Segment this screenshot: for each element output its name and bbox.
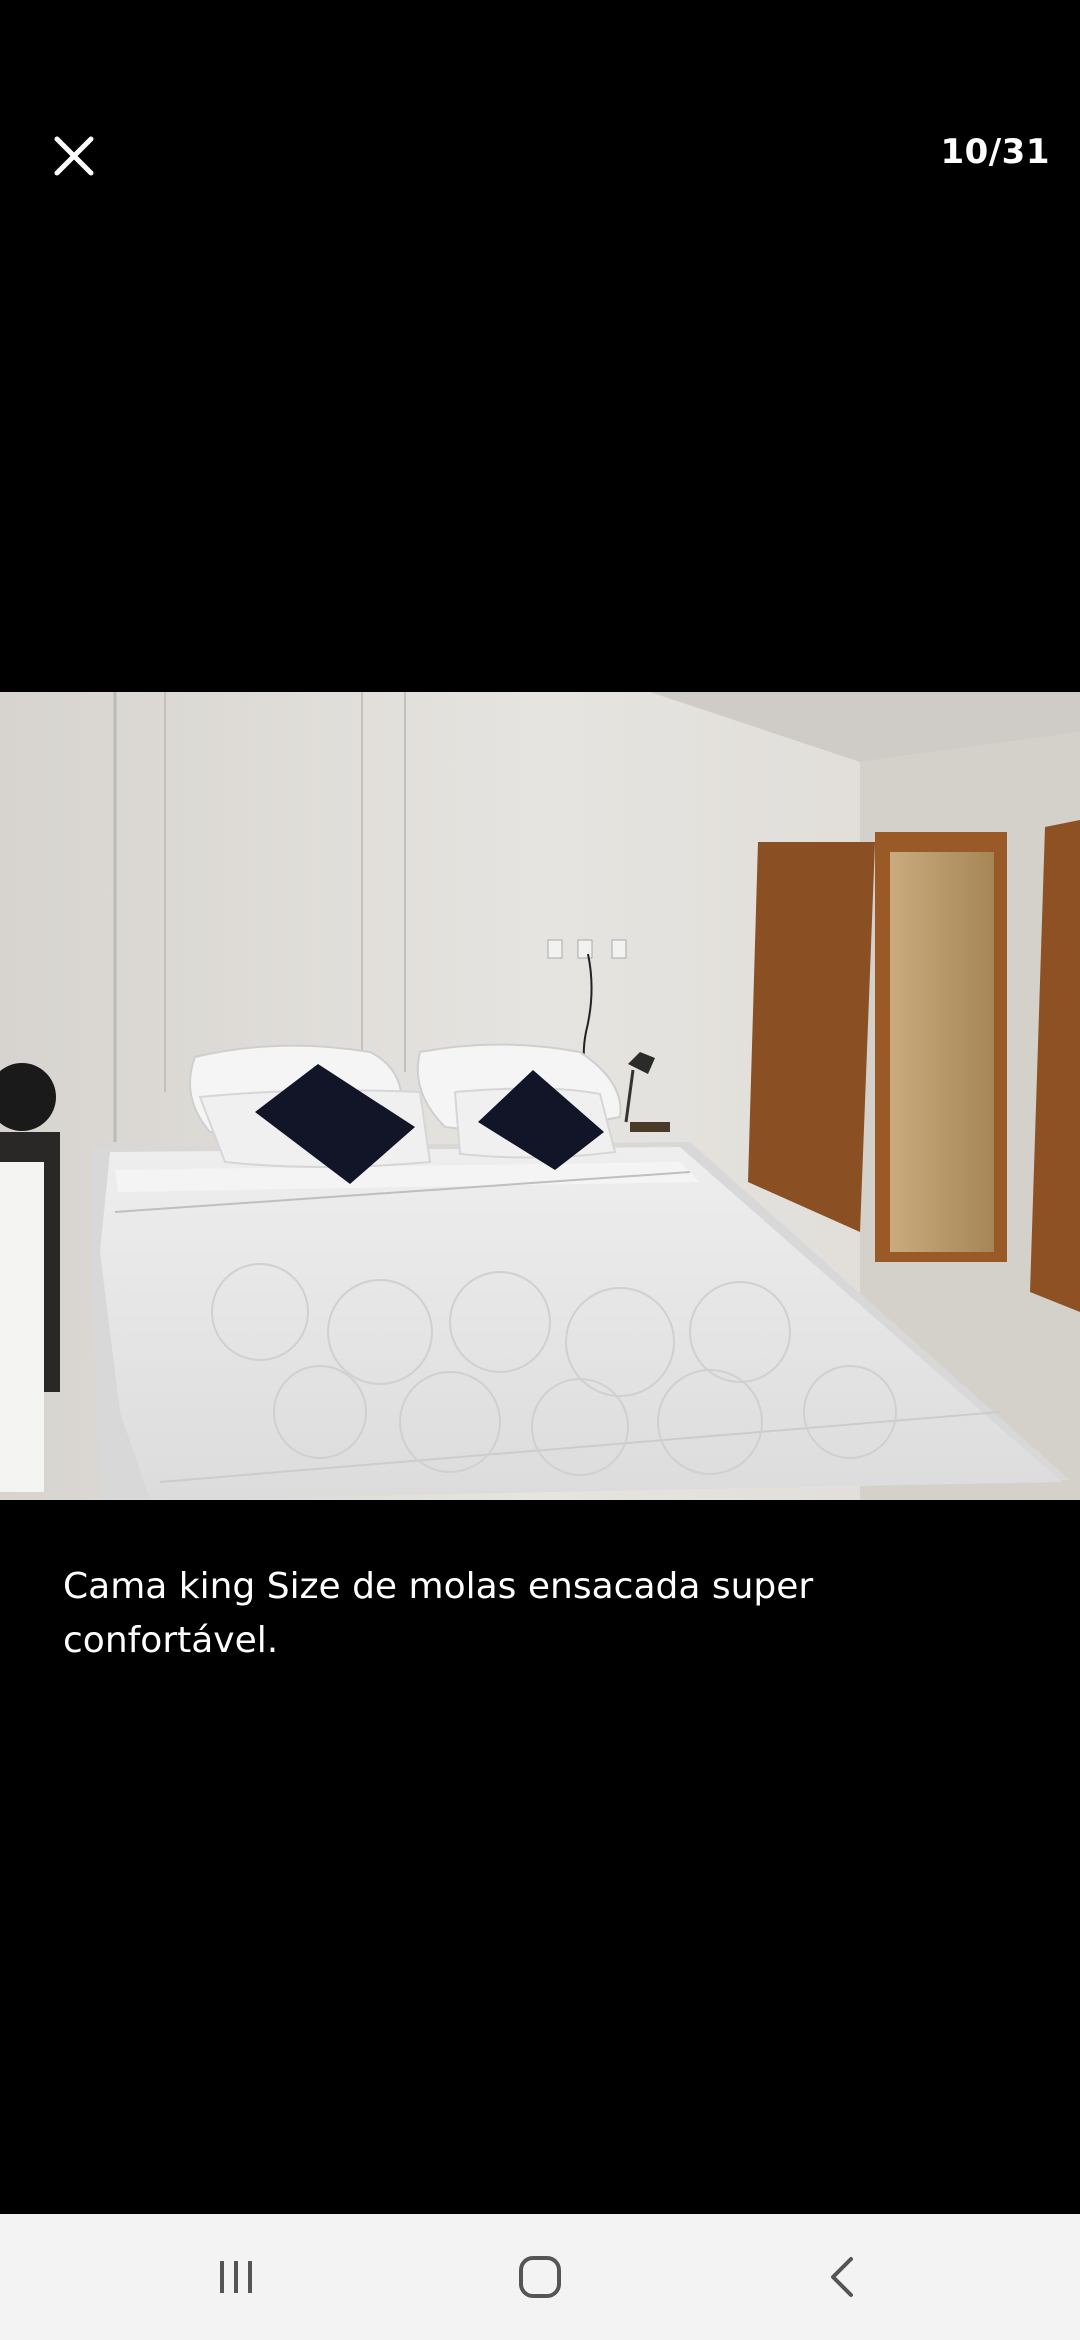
- recents-icon: [220, 2261, 252, 2293]
- photo-caption: Cama king Size de molas ensacada super c…: [63, 1566, 814, 1661]
- listing-photo[interactable]: [0, 692, 1080, 1500]
- close-icon: [54, 136, 94, 176]
- bedroom-photo-illustration: [0, 692, 1080, 1500]
- photo-viewer-screen: 10/31 Cama king Size de molas ensacada s…: [0, 0, 1080, 2340]
- recents-button[interactable]: [146, 2214, 326, 2340]
- photo-counter: 10/31: [940, 132, 1050, 172]
- home-icon: [519, 2256, 561, 2298]
- system-navigation-bar: [0, 2214, 1080, 2340]
- home-button[interactable]: [450, 2214, 630, 2340]
- back-button[interactable]: [752, 2214, 932, 2340]
- back-icon: [831, 2257, 853, 2297]
- close-button[interactable]: [44, 126, 104, 186]
